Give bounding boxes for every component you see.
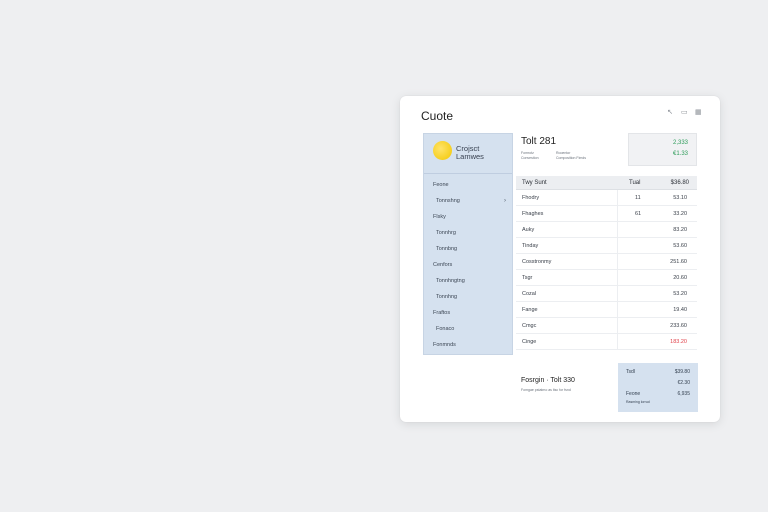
cell-item: Fhodry [522, 195, 540, 201]
sidebar-item-label: Cenfors [433, 262, 453, 268]
sidebar-item-label: Fonaco [436, 326, 455, 332]
column-header-item[interactable]: Twy Sunt [522, 176, 547, 190]
sidebar-item-label: Feone [433, 182, 449, 188]
sidebar-item[interactable]: Tonnshng › [424, 193, 512, 209]
window-controls: ↖ ▭ ▦ [667, 109, 702, 116]
brand-name: Crojsct Lamwes [456, 144, 484, 161]
cell-amount: 53.60 [673, 243, 687, 249]
table-row[interactable]: Fhaghes 61 33.20 [516, 206, 697, 222]
sidebar-item-label: Tonnhrg [436, 230, 456, 236]
cell-qty: 11 [635, 195, 641, 201]
column-divider [617, 190, 618, 349]
footer-subtext: Fomgae pstatmo as ltsc for fsnd [521, 388, 571, 392]
table-row[interactable]: Tinday 53.60 [516, 238, 697, 254]
totals-value-2: €2.30 [677, 380, 690, 386]
sidebar: Crojsct Lamwes Feone Tonnshng › Flsky Tonnhr… [423, 133, 513, 355]
totals-value-3: 6,935 [677, 391, 690, 397]
sidebar-item[interactable]: Flsky [424, 209, 512, 225]
sidebar-item[interactable]: Cenfors [424, 257, 512, 273]
line-items-table: Twy Sunt Tual $36.80 Fhodry 11 53.10 Fhaghe… [516, 176, 697, 350]
table-row[interactable]: Fhodry 11 53.10 [516, 190, 697, 206]
sidebar-item-label: Fonmnds [433, 342, 456, 348]
cell-amount: 233.60 [670, 323, 687, 329]
summary-box: 2,333 €1.33 [628, 133, 697, 166]
meta-left: Fomrotz Convestion [521, 151, 539, 160]
sidebar-item[interactable]: Fonmnds [424, 337, 512, 353]
footer-total: Fosrgin · Tolt 330 [521, 377, 575, 384]
restore-icon[interactable]: ▭ [681, 109, 688, 116]
sidebar-item-label: Flsky [433, 214, 446, 220]
totals-value-1: $39.80 [674, 369, 690, 375]
sidebar-item-label: Tonnhng [436, 294, 458, 300]
table-row[interactable]: Cinge 183.20 [516, 334, 697, 350]
cell-amount: 19.40 [673, 307, 687, 313]
expand-icon[interactable]: ↖ [667, 109, 673, 116]
sun-logo-icon [433, 141, 452, 160]
page-title: Tolt 281 [521, 136, 557, 147]
cell-amount: 33.20 [673, 211, 687, 217]
sidebar-header: Crojsct Lamwes [424, 134, 512, 174]
sidebar-nav: Feone Tonnshng › Flsky Tonnhrg Tonnbng Cenfors… [424, 174, 512, 353]
table-row[interactable]: Cmgc 233.60 [516, 318, 697, 334]
cell-item: Cozal [522, 291, 537, 297]
cell-amount: 53.20 [673, 291, 687, 297]
chevron-right-icon: › [504, 198, 506, 204]
cell-item: Auky [522, 227, 535, 233]
table-row[interactable]: Auky 83.20 [516, 222, 697, 238]
totals-label-2: Feone [626, 391, 641, 397]
sidebar-item-label: Tonnbng [436, 246, 458, 252]
sidebar-item-label: Tonnhngtng [436, 278, 465, 284]
window-title: Cuote [421, 109, 454, 123]
sidebar-item[interactable]: Tonnbng [424, 241, 512, 257]
cell-qty: 61 [635, 211, 642, 217]
sidebar-item[interactable]: Tonnhngtng [424, 273, 512, 289]
sidebar-item[interactable]: Tonnhrg [424, 225, 512, 241]
table-row[interactable]: Tsgr 20.60 [516, 270, 697, 286]
cell-item: Fange [522, 307, 538, 313]
sidebar-item[interactable]: Feone [424, 177, 512, 193]
table-body: Fhodry 11 53.10 Fhaghes 61 33.20 Auky 83.20 Tind… [516, 190, 697, 350]
cell-item: Cmgc [522, 323, 537, 329]
summary-value-2: €1.33 [672, 151, 688, 157]
summary-value-1: 2,333 [672, 140, 688, 146]
column-header-amount[interactable]: $36.80 [671, 176, 689, 190]
table-header: Twy Sunt Tual $36.80 [516, 176, 697, 190]
meta-right: Rooentor Composition Fimds [556, 151, 586, 160]
cell-amount: 183.20 [670, 339, 687, 345]
totals-panel: Tsdl $39.80 €2.30 Feone 6,935 Rasming lo… [618, 363, 698, 412]
cell-item: Cosstronmy [522, 259, 552, 265]
quote-window: Cuote ↖ ▭ ▦ Crojsct Lamwes Feone Tonnshng… [400, 96, 720, 422]
sidebar-item[interactable]: Tonnhng [424, 289, 512, 305]
cell-item: Tsgr [522, 275, 533, 281]
cell-amount: 83.20 [673, 227, 687, 233]
cell-item: Fhaghes [522, 211, 544, 217]
sidebar-item-label: Fraftos [433, 310, 451, 316]
cell-item: Cinge [522, 339, 537, 345]
cell-amount: 20.60 [673, 275, 687, 281]
sidebar-item[interactable]: Fonaco [424, 321, 512, 337]
table-row[interactable]: Fange 19.40 [516, 302, 697, 318]
cell-item: Tinday [522, 243, 539, 249]
table-row[interactable]: Cozal 53.20 [516, 286, 697, 302]
totals-note: Rasming lorrud [626, 400, 650, 404]
column-header-qty[interactable]: Tual [629, 176, 640, 190]
table-row[interactable]: Cosstronmy 251.60 [516, 254, 697, 270]
sidebar-item[interactable]: Fraftos [424, 305, 512, 321]
sidebar-item-label: Tonnshng [436, 198, 460, 204]
cell-amount: 251.60 [670, 259, 687, 265]
cell-amount: 53.10 [673, 195, 687, 201]
totals-label-1: Tsdl [626, 369, 635, 375]
grid-icon[interactable]: ▦ [695, 109, 702, 116]
